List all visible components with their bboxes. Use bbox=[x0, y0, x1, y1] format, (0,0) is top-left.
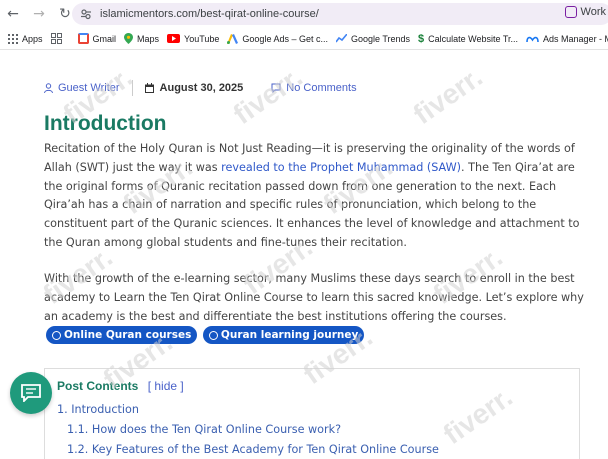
author-link[interactable]: Guest Writer bbox=[44, 82, 120, 94]
meta-divider bbox=[131, 80, 133, 96]
bookmarks-bar: Apps Gmail Maps YouTube Google Ads – Get… bbox=[0, 28, 608, 50]
post-meta: Guest Writer August 30, 2025 No Comments bbox=[44, 80, 357, 96]
forward-arrow-icon[interactable]: → bbox=[26, 0, 52, 28]
bookmark-google-trends[interactable]: Google Trends bbox=[335, 33, 411, 44]
url-text: islamicmentors.com/best-qirat-online-cou… bbox=[100, 8, 319, 20]
gmail-icon bbox=[77, 33, 89, 44]
bookmark-label: Ads Manager - Man... bbox=[543, 33, 608, 44]
address-bar[interactable]: islamicmentors.com/best-qirat-online-cou… bbox=[72, 3, 608, 25]
elearning-paragraph: With the growth of the e-learning sector… bbox=[44, 270, 584, 347]
back-arrow-icon[interactable]: ← bbox=[0, 0, 26, 28]
dollar-icon: $ bbox=[418, 32, 425, 45]
bookmark-gmail[interactable]: Gmail bbox=[77, 33, 117, 44]
calendar-icon bbox=[144, 83, 154, 93]
section-heading: Introduction bbox=[44, 112, 167, 135]
bookmark-maps[interactable]: Maps bbox=[124, 33, 159, 44]
bookmark-label: Maps bbox=[137, 33, 160, 44]
toc-hide-toggle[interactable]: [ hide ] bbox=[148, 379, 184, 393]
comments-link[interactable]: No Comments bbox=[271, 82, 357, 94]
youtube-icon bbox=[167, 34, 181, 43]
tag-label: Quran learning journey bbox=[220, 329, 359, 342]
bookmark-all-tabs[interactable] bbox=[50, 33, 62, 44]
tag-label: Online Quran courses bbox=[64, 329, 192, 342]
bookmark-label: Calculate Website Tr... bbox=[428, 33, 519, 44]
bookmark-label: Gmail bbox=[92, 33, 117, 44]
article-page: Guest Writer August 30, 2025 No Comments… bbox=[0, 50, 608, 459]
bookmark-youtube[interactable]: YouTube bbox=[167, 34, 219, 44]
chat-bubble-icon bbox=[21, 384, 41, 402]
quran-learning-journey-tag[interactable]: Quran learning journey bbox=[202, 326, 365, 345]
meta-icon bbox=[526, 36, 539, 42]
post-date: August 30, 2025 bbox=[144, 82, 244, 94]
paragraph-text: With the growth of the e-learning sector… bbox=[44, 272, 584, 323]
bookmark-calculate-website[interactable]: $ Calculate Website Tr... bbox=[418, 33, 518, 45]
paragraph-text: . The Ten Qira’at are the original forms… bbox=[44, 160, 580, 249]
circle-icon bbox=[208, 330, 218, 340]
toc-title-text: Post Contents bbox=[57, 379, 139, 393]
google-ads-icon bbox=[227, 33, 239, 44]
map-pin-icon bbox=[124, 33, 134, 44]
user-icon bbox=[44, 83, 53, 93]
browser-toolbar: ← → ↻ islamicmentors.com/best-qirat-onli… bbox=[0, 0, 608, 28]
toc-item[interactable]: 1.2. Key Features of the Best Academy fo… bbox=[67, 443, 439, 456]
prophet-revelation-link[interactable]: revealed to the Prophet Muhammad (SAW) bbox=[221, 161, 461, 174]
work-profile-label: Work bbox=[580, 6, 606, 18]
apps-grid-icon bbox=[8, 33, 18, 44]
chat-widget-button[interactable] bbox=[10, 372, 52, 414]
briefcase-icon bbox=[564, 6, 577, 18]
bookmark-ads-manager[interactable]: Ads Manager - Man... bbox=[526, 34, 608, 44]
bookmark-google-ads[interactable]: Google Ads – Get c... bbox=[227, 33, 328, 44]
online-quran-courses-tag[interactable]: Online Quran courses bbox=[46, 326, 198, 345]
work-profile-chip[interactable]: Work bbox=[564, 6, 606, 18]
site-info-icon[interactable] bbox=[80, 8, 92, 20]
bookmark-apps[interactable]: Apps bbox=[8, 33, 43, 44]
table-of-contents: Post Contents [ hide ] 1. Introduction 1… bbox=[44, 368, 580, 459]
bookmark-label: Google Ads – Get c... bbox=[242, 33, 328, 44]
bookmark-label: YouTube bbox=[184, 33, 220, 44]
trends-icon bbox=[335, 34, 347, 43]
circle-icon bbox=[52, 330, 61, 340]
bookmark-label: Google Trends bbox=[350, 33, 411, 44]
toc-item[interactable]: 1. Introduction bbox=[57, 403, 139, 416]
toc-title: Post Contents [ hide ] bbox=[57, 379, 184, 393]
qr-grid-icon bbox=[50, 33, 62, 44]
bookmark-label: Apps bbox=[22, 33, 43, 44]
comment-icon bbox=[271, 83, 281, 93]
intro-paragraph: Recitation of the Holy Quran is Not Just… bbox=[44, 140, 584, 253]
date-text: August 30, 2025 bbox=[159, 82, 244, 94]
comments-text: No Comments bbox=[286, 82, 357, 94]
toc-item[interactable]: 1.1. How does the Ten Qirat Online Cours… bbox=[67, 423, 341, 436]
author-name: Guest Writer bbox=[58, 82, 120, 94]
